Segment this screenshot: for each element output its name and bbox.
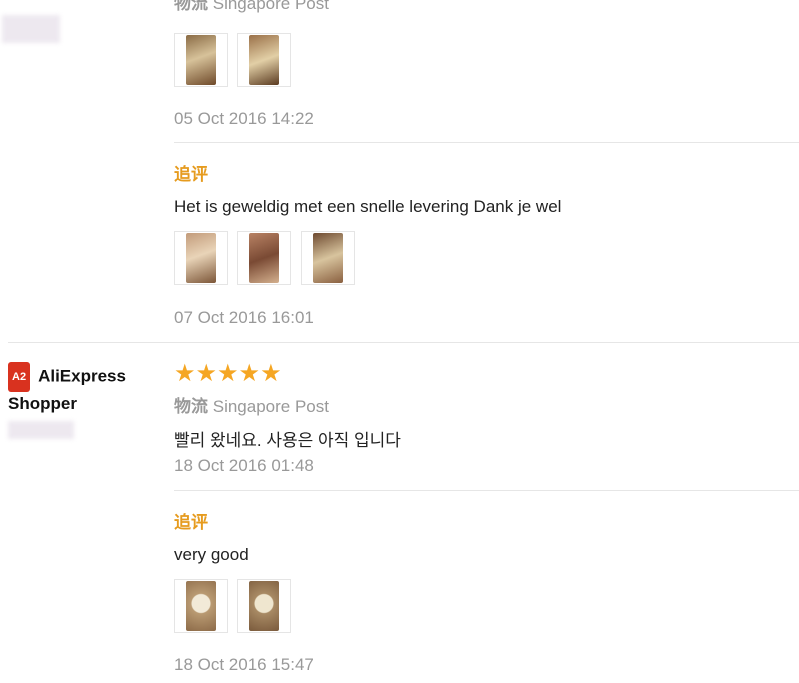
followup-label: 追评: [174, 513, 208, 532]
username-fragment: [20, 0, 34, 2]
review-date: 18 Oct 2016 01:48: [174, 456, 314, 475]
followup-photo-thumbnail[interactable]: [174, 579, 228, 633]
redacted-user-info: [8, 421, 74, 439]
redacted-user-info: [2, 15, 60, 43]
followup-photo-thumbnail[interactable]: [301, 231, 355, 285]
watch-photo: [186, 35, 216, 85]
review-text: 빨리 왔네요. 사용은 아직 입니다: [174, 431, 401, 450]
shipping-info: 物流 Singapore Post: [174, 392, 329, 417]
followup-date: 18 Oct 2016 15:47: [174, 655, 314, 674]
rating-stars: ★★★★★: [174, 360, 282, 387]
watch-photo: [249, 581, 279, 631]
shipping-label: 物流: [174, 397, 208, 416]
shipping-method: Singapore Post: [212, 397, 329, 416]
review-date: 05 Oct 2016 14:22: [174, 109, 314, 128]
followup-photo-thumbnail[interactable]: [237, 231, 291, 285]
watch-photo: [249, 35, 279, 85]
watch-photo: [313, 233, 343, 283]
reviewer: A2 AliExpress Shopper: [8, 362, 158, 416]
followup-photo-thumbnail[interactable]: [237, 579, 291, 633]
shipping-label: 物流: [174, 0, 208, 13]
followup-text: Het is geweldig met een snelle levering …: [174, 197, 562, 216]
review-photo-thumbnail[interactable]: [237, 33, 291, 87]
shipping-info: 物流 Singapore Post: [174, 0, 329, 14]
watch-photo: [186, 581, 216, 631]
buyer-level-badge: A2: [8, 362, 31, 392]
followup-text: very good: [174, 545, 249, 564]
review-photo-thumbnail[interactable]: [174, 33, 228, 87]
reviewer-name-block: A2 AliExpress Shopper: [8, 362, 158, 416]
divider: [174, 142, 799, 143]
followup-label: 追评: [174, 165, 208, 184]
followup-date: 07 Oct 2016 16:01: [174, 308, 314, 327]
watch-photo: [249, 233, 279, 283]
shipping-method: Singapore Post: [212, 0, 329, 13]
followup-photo-thumbnail[interactable]: [174, 231, 228, 285]
review-separator: [8, 342, 799, 343]
divider: [174, 490, 799, 491]
watch-photo: [186, 233, 216, 283]
